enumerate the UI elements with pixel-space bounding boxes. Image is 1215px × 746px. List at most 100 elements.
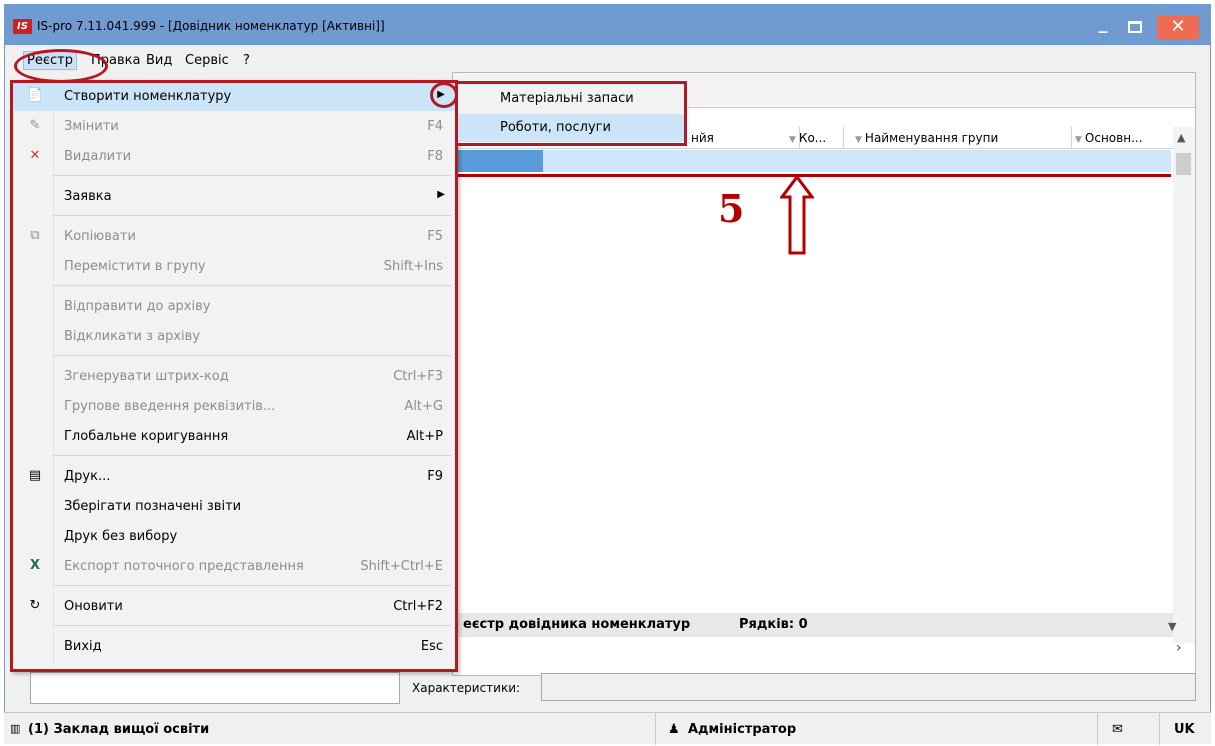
menu-item-label: Змінити: [64, 119, 119, 134]
menu-item-label: Заявка: [64, 189, 112, 204]
menu-item-edit[interactable]: ✎ Змінити F4: [13, 113, 455, 141]
annotation-step-number: 5: [718, 186, 745, 231]
title-bar: IS IS-pro 7.11.041.999 - [Довідник номен…: [5, 5, 1210, 45]
create-submenu: Матеріальні запаси Роботи, послуги: [455, 81, 687, 146]
menu-item-group-input[interactable]: Групове введення реквізитів... Alt+G: [13, 393, 455, 421]
menu-item-label: Зберігати позначені звіти: [64, 499, 242, 514]
table-row[interactable]: [453, 150, 1171, 172]
menu-separator: [53, 285, 451, 286]
scroll-right-icon[interactable]: ›: [1176, 640, 1182, 656]
menu-item-recall-from-archive[interactable]: Відкликати з архіву: [13, 323, 455, 351]
menu-separator: [53, 175, 451, 176]
menu-item-move-to-group[interactable]: Перемістити в групу Shift+Ins: [13, 253, 455, 281]
column-header-main-label: Основн...: [1084, 131, 1143, 145]
menu-item-label: Групове введення реквізитів...: [64, 399, 276, 414]
grid-panel: нйя ▼ Ко... ▼ Найменування групи ▼ Основн..…: [452, 72, 1196, 676]
menu-item-label: Вихід: [64, 639, 102, 654]
mail-icon[interactable]: ✉: [1112, 722, 1123, 737]
submenu-item-material-stocks[interactable]: Матеріальні запаси: [458, 85, 684, 113]
vertical-scrollbar[interactable]: ▲: [1173, 127, 1195, 643]
menu-item-shortcut: Shift+Ctrl+E: [360, 559, 443, 574]
submenu-item-label: Матеріальні запаси: [500, 91, 634, 106]
menu-item-create-nomenclature[interactable]: 📄 Створити номенклатуру ▶: [13, 83, 455, 111]
column-header-main[interactable]: ▼ Основн...: [1075, 131, 1143, 145]
column-header-code-label: Ко...: [798, 131, 827, 145]
menu-help[interactable]: ?: [243, 53, 250, 68]
delete-icon: ✕: [29, 148, 41, 163]
menu-item-label: Створити номенклатуру: [64, 89, 232, 104]
submenu-item-works-services[interactable]: Роботи, послуги: [458, 114, 684, 142]
menu-separator: [53, 625, 451, 626]
sort-arrow-icon: ▼: [1075, 135, 1082, 145]
menu-service[interactable]: Сервіс: [185, 53, 229, 68]
selected-cell[interactable]: [453, 150, 543, 172]
menu-item-label: Глобальне коригування: [64, 429, 229, 444]
menu-item-shortcut: Ctrl+F2: [393, 599, 443, 614]
menu-item-delete[interactable]: ✕ Видалити F8: [13, 143, 455, 171]
menu-item-copy[interactable]: ⧉ Копіювати F5: [13, 223, 455, 251]
app-logo-icon: IS: [13, 19, 32, 34]
menu-item-refresh[interactable]: ↻ Оновити Ctrl+F2: [13, 593, 455, 621]
menu-item-shortcut: Ctrl+F3: [393, 369, 443, 384]
menu-item-print[interactable]: ▤ Друк... F9: [13, 463, 455, 491]
status-user: Адміністратор: [688, 722, 797, 737]
menu-item-export-view[interactable]: X Експорт поточного представлення Shift+…: [13, 553, 455, 581]
menu-item-shortcut: F5: [427, 229, 443, 244]
menu-item-label: Оновити: [64, 599, 123, 614]
column-header-code[interactable]: ▼ Ко...: [789, 131, 826, 145]
menu-item-label: Копіювати: [64, 229, 136, 244]
rows-count: Рядків: 0: [739, 617, 808, 632]
menu-item-label: Друк без вибору: [64, 529, 178, 544]
create-icon: 📄: [27, 88, 44, 103]
maximize-button[interactable]: [1122, 15, 1148, 39]
column-header-group-name[interactable]: ▼ Найменування групи: [855, 131, 998, 145]
submenu-item-label: Роботи, послуги: [500, 120, 611, 135]
annotation-circle: [430, 82, 458, 108]
status-lang-cell[interactable]: UK: [1160, 713, 1211, 745]
menu-separator: [53, 585, 451, 586]
user-icon: ♟: [668, 722, 680, 737]
scrollbar-thumb[interactable]: [1176, 153, 1191, 175]
sort-arrow-icon: ▼: [855, 135, 862, 145]
menu-separator: [53, 355, 451, 356]
sort-arrow-icon: ▼: [789, 135, 796, 145]
menu-item-shortcut: F4: [427, 119, 443, 134]
search-field[interactable]: [30, 672, 400, 704]
menu-item-request[interactable]: Заявка ▶: [13, 183, 455, 211]
menu-item-label: Згенерувати штрих-код: [64, 369, 229, 384]
menu-view[interactable]: Вид: [146, 53, 172, 68]
menu-item-send-to-archive[interactable]: Відправити до архіву: [13, 293, 455, 321]
scroll-up-icon[interactable]: ▲: [1177, 131, 1185, 144]
maximize-icon: [1128, 21, 1142, 33]
menu-item-label: Відкликати з архіву: [64, 329, 201, 344]
characteristics-field[interactable]: [541, 673, 1196, 701]
scroll-down-icon[interactable]: ▼: [1168, 620, 1176, 633]
column-separator: [1071, 127, 1072, 149]
menu-item-print-no-choice[interactable]: Друк без вибору: [13, 523, 455, 551]
edit-icon: ✎: [29, 118, 41, 133]
grid-footer: еєстр довідника номенклатур Рядків: 0: [453, 613, 1173, 637]
menu-item-exit[interactable]: Вихід Esc: [13, 633, 455, 661]
minimize-button[interactable]: _: [1090, 15, 1116, 39]
menu-item-global-correction[interactable]: Глобальне коригування Alt+P: [13, 423, 455, 451]
menu-separator: [53, 455, 451, 456]
status-user-cell: ♟ Адміністратор: [656, 713, 1098, 745]
annotation-up-arrow-icon: [780, 175, 814, 255]
column-header-group-label: Найменування групи: [864, 131, 999, 145]
submenu-arrow-icon: ▶: [437, 189, 445, 200]
menu-item-label: Перемістити в групу: [64, 259, 206, 274]
window-title: IS-pro 7.11.041.999 - [Довідник номенкла…: [37, 19, 385, 33]
menu-separator: [53, 215, 451, 216]
status-org: (1) Заклад вищої освіти: [28, 722, 210, 737]
menu-item-shortcut: F8: [427, 149, 443, 164]
column-header-name[interactable]: нйя: [691, 131, 714, 145]
menu-item-generate-barcode[interactable]: Згенерувати штрих-код Ctrl+F3: [13, 363, 455, 391]
menu-item-shortcut: Shift+Ins: [383, 259, 443, 274]
menu-item-save-marked-reports[interactable]: Зберігати позначені звіти: [13, 493, 455, 521]
menu-item-shortcut: Alt+G: [404, 399, 443, 414]
status-mail-cell[interactable]: ✉: [1098, 713, 1160, 745]
registry-menu: 📄 Створити номенклатуру ▶ ✎ Змінити F4 ✕…: [10, 80, 458, 672]
status-lang[interactable]: UK: [1174, 722, 1195, 737]
close-button[interactable]: ✕: [1157, 15, 1199, 39]
menu-item-shortcut: Esc: [420, 639, 443, 654]
